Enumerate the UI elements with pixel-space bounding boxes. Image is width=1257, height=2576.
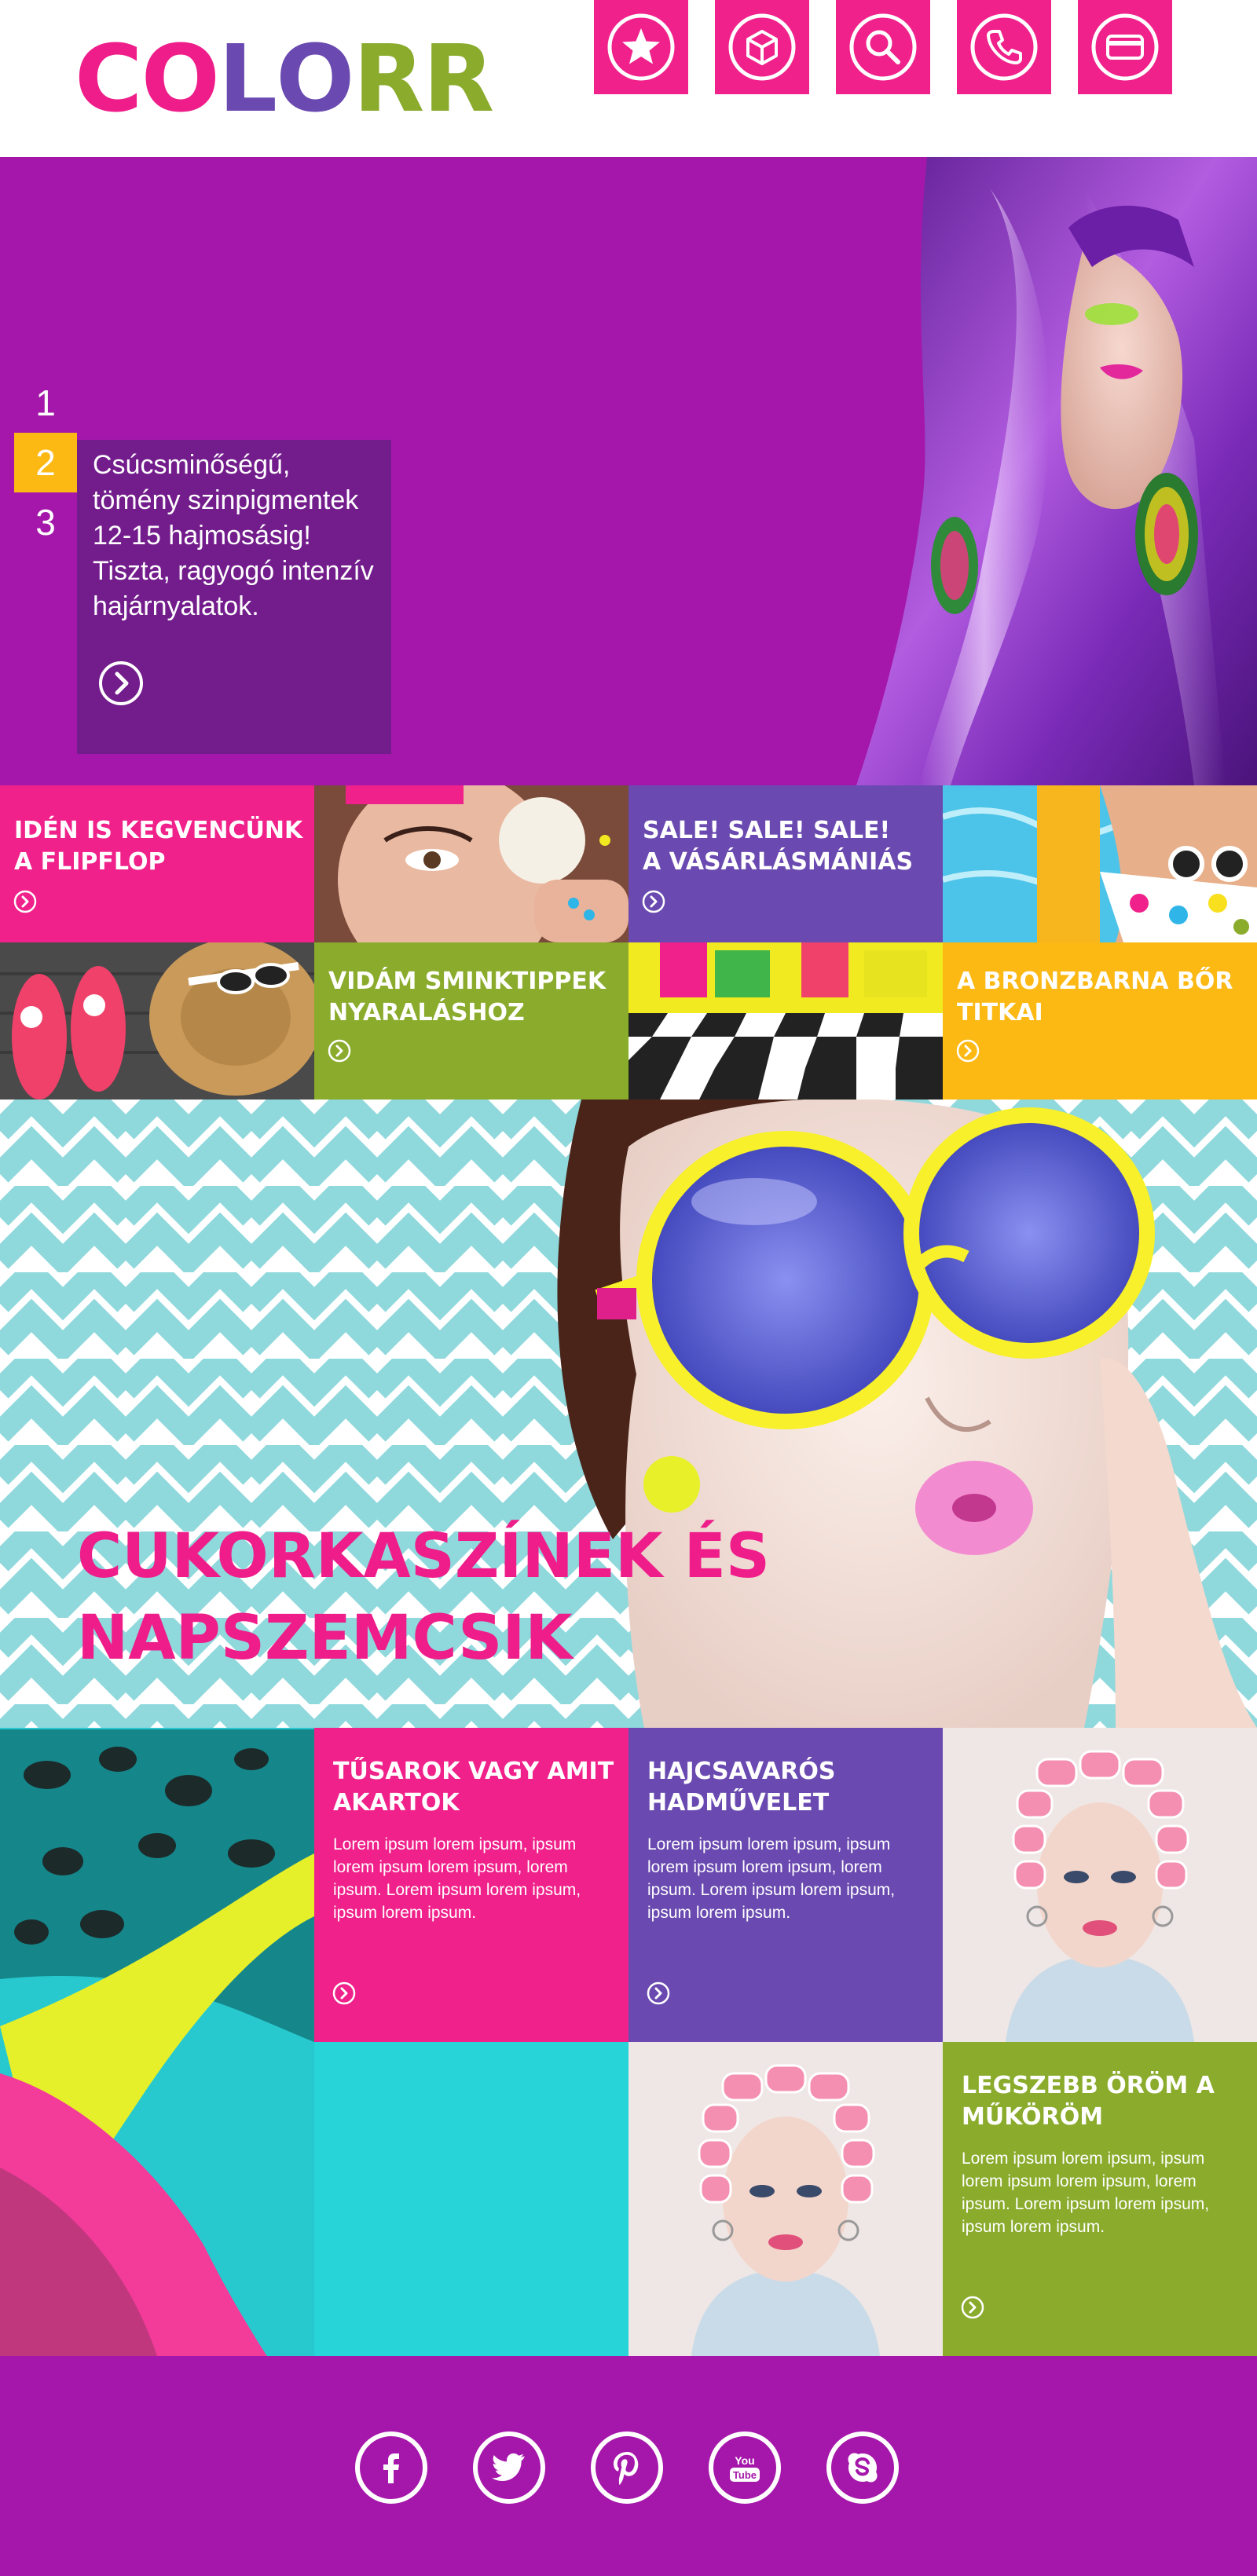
social-links: You Tube [355,2431,899,2504]
slide-dot-2[interactable]: 2 [14,433,77,492]
logo-letter: R [423,24,494,133]
tile-title-line: A FLIPFLOP [14,848,166,876]
slide-dot-3[interactable]: 3 [14,492,77,552]
pool-image [943,785,1257,942]
arrow-circle-icon[interactable] [955,1038,980,1063]
facebook-icon [383,2453,399,2483]
curlers-image [943,1728,1257,2042]
tile-title-line: A BRONZBARNA BŐR [957,968,1233,995]
article-excerpt: Lorem ipsum lorem ipsum, ipsum lorem ips… [647,1835,896,1922]
slide-next-arrow-icon[interactable] [97,660,145,707]
curlers-photo-1 [943,1728,1257,2042]
facebook-link[interactable] [355,2431,427,2504]
tile-title: IDÉN IS KEGVENCÜNK A FLIPFLOP [14,815,302,878]
site-logo[interactable]: COLORR [75,24,494,133]
slide-dot-1[interactable]: 1 [14,373,77,433]
logo-letter: O [276,24,354,133]
article-title: TŰSAROK VAGY AMIT AKARTOK [333,1758,614,1817]
logo-letter: C [75,24,143,133]
slide-pagination: 1 2 3 [14,373,77,552]
tile-bronze[interactable]: A BRONZBARNA BŐR TITKAI [943,942,1257,1100]
curlers-image [628,2042,943,2356]
tile-title: VIDÁM SMINKTIPPEK NYARALÁSHOZ [328,966,606,1029]
tile-sale[interactable]: SALE! SALE! SALE! A VÁSÁRLÁSMÁNIÁS [628,785,943,942]
arrow-circle-icon[interactable] [960,2295,985,2320]
shopping-photo [628,942,943,1100]
article-nails[interactable]: LEGSZEBB ÖRÖM A MŰKÖRÖM Lorem ipsum lore… [943,2042,1257,2356]
contact-button[interactable] [957,0,1051,94]
banner-title-line: CUKORKASZÍNEK ÉS [77,1521,771,1592]
tile-makeup-tips[interactable]: VIDÁM SMINKTIPPEK NYARALÁSHOZ [314,942,628,1100]
pool-photo [943,785,1257,942]
hero-model-image [754,157,1257,785]
products-button[interactable] [715,0,809,94]
arrow-circle-icon[interactable] [646,1981,671,2006]
skype-link[interactable] [826,2431,899,2504]
flipflop-image [0,942,314,1100]
card-icon [1091,13,1159,81]
cart-button[interactable] [1078,0,1172,94]
pinterest-icon [614,2452,639,2485]
makeup-photo [314,785,628,942]
tile-title-line: IDÉN IS KEGVENCÜNK [14,817,303,844]
site-header: COLORR [0,0,1257,157]
tile-title-line: TITKAI [957,999,1043,1026]
slide-text: Csúcsminőségű, tömény szinpigmentek 12-1… [93,450,374,621]
star-icon [607,13,675,81]
slide-caption: Csúcsminőségű, tömény szinpigmentek 12-1… [77,440,391,754]
twitter-icon [492,2453,525,2482]
banner-title-line: NAPSZEMCSIK [77,1603,573,1674]
search-button[interactable] [836,0,930,94]
header-nav [594,0,1172,94]
arrow-circle-icon[interactable] [332,1981,357,2006]
hero-slider: 1 2 3 Csúcsminőségű, tömény szinpigmente… [0,157,1257,785]
favorites-button[interactable] [594,0,688,94]
youtube-wordmark-top: You [735,2454,754,2467]
article-heels[interactable]: TŰSAROK VAGY AMIT AKARTOK Lorem ipsum lo… [314,1728,628,2042]
article-curlers[interactable]: HAJCSAVARÓS HADMŰVELET Lorem ipsum lorem… [628,1728,943,2042]
youtube-link[interactable]: You Tube [709,2431,781,2504]
feature-tiles: IDÉN IS KEGVENCÜNK A FLIPFLOP SALE! SALE!… [0,785,1257,1100]
search-icon [849,13,917,81]
article-title: HAJCSAVARÓS HADMŰVELET [647,1758,836,1817]
twitter-link[interactable] [473,2431,545,2504]
flipflop-photo [0,942,314,1100]
youtube-wordmark-bottom: Tube [733,2469,757,2481]
tile-title-line: NYARALÁSHOZ [328,999,525,1026]
shopping-image [628,942,943,1100]
arrow-circle-icon[interactable] [327,1038,352,1063]
phone-icon [970,13,1038,81]
promo-banner[interactable]: CUKORKASZÍNEK ÉS NAPSZEMCSIK [0,1100,1257,1728]
logo-letter: R [353,24,424,133]
article-excerpt: Lorem ipsum lorem ipsum, ipsum lorem ips… [333,1835,581,1922]
tile-flipflop[interactable]: IDÉN IS KEGVENCÜNK A FLIPFLOP [0,785,314,942]
youtube-icon: You Tube [730,2454,760,2482]
arrow-circle-icon[interactable] [641,889,666,914]
box-icon [728,13,796,81]
arrow-circle-icon[interactable] [13,889,38,914]
article-title: LEGSZEBB ÖRÖM A MŰKÖRÖM [962,2072,1215,2131]
article-excerpt: Lorem ipsum lorem ipsum, ipsum lorem ips… [962,2150,1210,2236]
skype-icon [848,2453,878,2483]
tile-title: SALE! SALE! SALE! A VÁSÁRLÁSMÁNIÁS [643,815,913,878]
article-grid: TŰSAROK VAGY AMIT AKARTOK Lorem ipsum lo… [0,1728,1257,2356]
curlers-photo-2 [628,2042,943,2356]
tile-title-line: VIDÁM SMINKTIPPEK [328,968,607,995]
tile-title: A BRONZBARNA BŐR TITKAI [957,966,1233,1029]
logo-letter: L [218,24,277,133]
tile-title-line: SALE! SALE! SALE! [643,817,891,844]
tile-title-line: A VÁSÁRLÁSMÁNIÁS [643,848,914,876]
makeup-image [314,785,628,942]
logo-letter: O [141,24,220,133]
banner-title: CUKORKASZÍNEK ÉS NAPSZEMCSIK [77,1516,770,1679]
site-footer: You Tube [0,2356,1257,2576]
pinterest-link[interactable] [591,2431,663,2504]
